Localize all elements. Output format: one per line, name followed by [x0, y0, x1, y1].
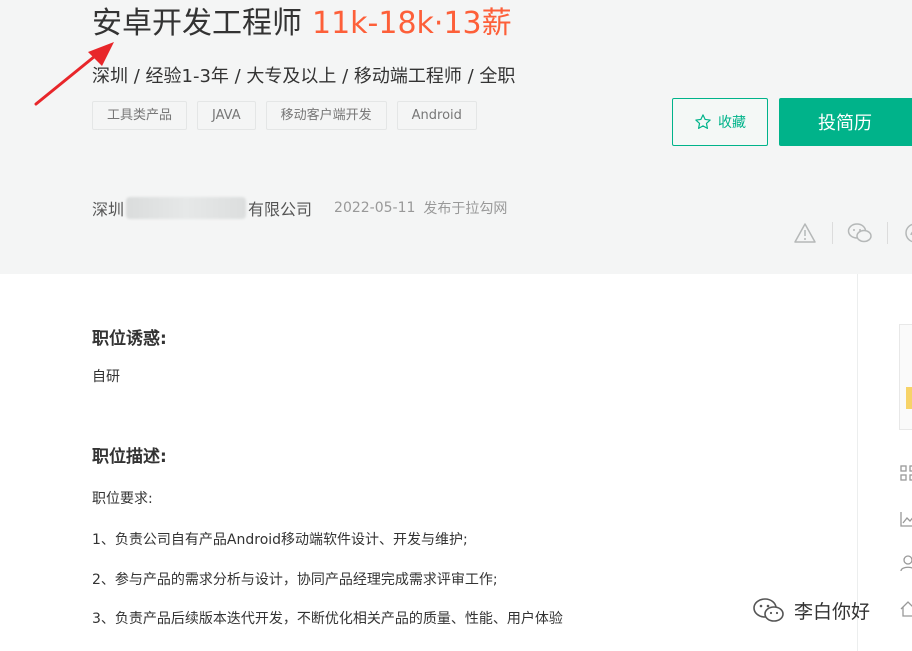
- company-name[interactable]: 深圳 有限公司: [92, 196, 312, 220]
- job-detail-content: 职位诱惑: 自研 职位描述: 职位要求: 1、负责公司自有产品Android移动…: [0, 274, 858, 651]
- description-item: 1、负责公司自有产品Android移动端软件设计、开发与维护;: [92, 532, 468, 548]
- job-tag[interactable]: JAVA: [197, 101, 256, 130]
- company-name-suffix: 有限公司: [248, 200, 313, 219]
- favorite-button[interactable]: 收藏: [672, 98, 768, 146]
- perks-title: 职位诱惑:: [92, 329, 167, 349]
- divider: [887, 222, 888, 244]
- side-card-image: [906, 387, 912, 409]
- job-header: 安卓开发工程师 11k-18k·13薪 深圳 / 经验1-3年 / 大专及以上 /…: [0, 0, 912, 274]
- job-requirements: 深圳 / 经验1-3年 / 大专及以上 / 移动端工程师 / 全职: [92, 66, 516, 87]
- wechat-icon[interactable]: [847, 220, 873, 246]
- star-icon: [695, 114, 711, 129]
- company-row: 深圳 有限公司 2022-05-11 发布于拉勾网: [92, 196, 507, 220]
- wechat-logo-icon: [753, 598, 784, 622]
- home-icon[interactable]: [899, 600, 912, 618]
- divider: [832, 222, 833, 244]
- watermark-text: 李白你好: [794, 600, 871, 623]
- job-tags: 工具类产品 JAVA 移动客户端开发 Android: [92, 101, 477, 130]
- warning-icon[interactable]: [792, 220, 818, 246]
- job-tag[interactable]: 工具类产品: [92, 101, 188, 130]
- favorite-label: 收藏: [718, 115, 746, 131]
- watermark: 李白你好: [752, 596, 870, 624]
- published-source: 发布于拉勾网: [423, 201, 508, 217]
- grid-icon[interactable]: [899, 464, 912, 482]
- apply-button[interactable]: 投简历: [779, 98, 912, 146]
- description-title: 职位描述:: [92, 447, 167, 467]
- company-name-prefix: 深圳: [92, 200, 125, 219]
- chart-icon[interactable]: [899, 510, 912, 528]
- job-tag[interactable]: Android: [396, 101, 477, 130]
- user-icon[interactable]: [899, 554, 912, 572]
- requirements-heading: 职位要求:: [92, 491, 153, 507]
- description-item: 2、参与产品的需求分析与设计，协同产品经理完成需求评审工作;: [92, 572, 498, 588]
- job-tag[interactable]: 移动客户端开发: [265, 101, 387, 130]
- publish-date: 2022-05-11: [334, 200, 416, 216]
- perks-text: 自研: [92, 369, 120, 385]
- job-salary: 11k-18k·13薪: [312, 6, 512, 41]
- job-title-row: 安卓开发工程师 11k-18k·13薪: [92, 2, 512, 46]
- share-icons: [792, 220, 912, 246]
- side-card[interactable]: [899, 324, 912, 430]
- job-title: 安卓开发工程师: [92, 6, 302, 41]
- description-item: 3、负责产品后续版本迭代开发，不断优化相关产品的质量、性能、用户体验: [92, 611, 563, 627]
- right-sidebar: [859, 274, 912, 651]
- redacted-blur: [126, 197, 247, 219]
- weibo-icon[interactable]: [902, 220, 912, 246]
